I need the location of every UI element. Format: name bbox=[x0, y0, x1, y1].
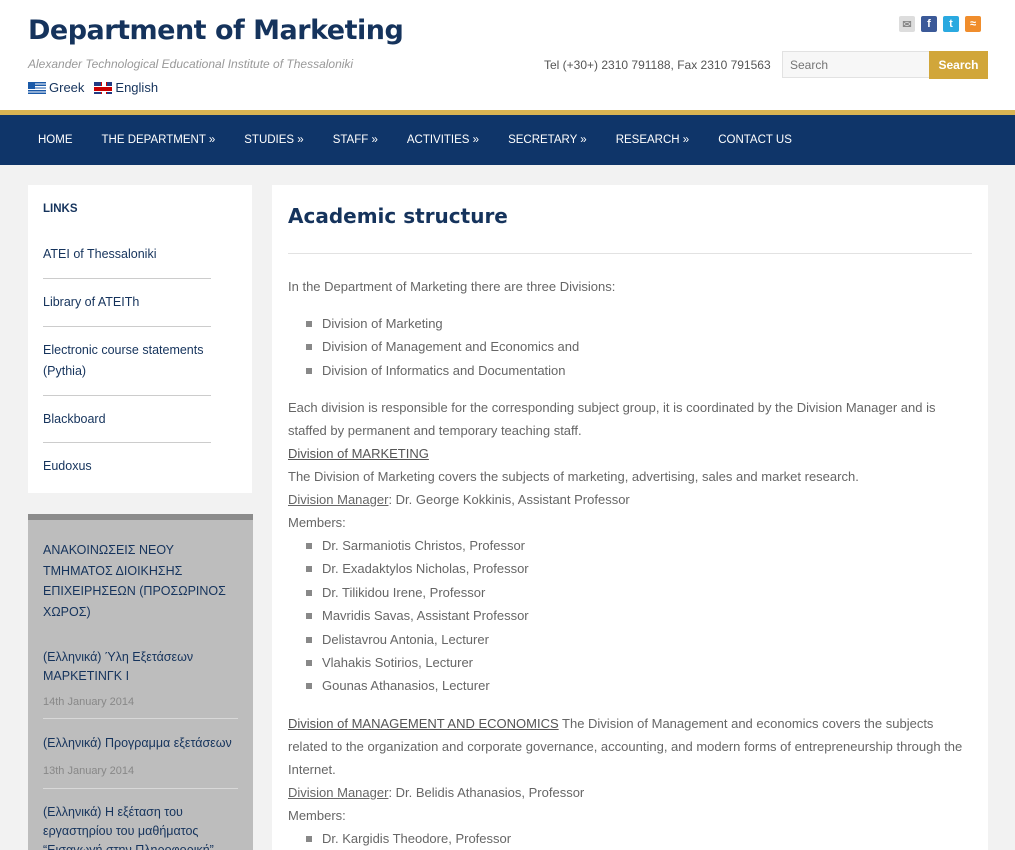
news-item[interactable]: (Ελληνικά) Ύλη Εξετάσεων ΜΑΡΚΕΤΙΝΓΚ Ι bbox=[43, 648, 238, 686]
language-greek-label: Greek bbox=[49, 80, 85, 95]
member-list-item: Dr. Exadaktylos Nicholas, Professor bbox=[306, 561, 529, 576]
link-library[interactable]: Library of ATEITh bbox=[43, 292, 211, 313]
member-list-item: Dr. Kargidis Theodore, Professor bbox=[306, 831, 511, 846]
management-manager: Division Manager: Dr. Belidis Athanasios… bbox=[288, 785, 585, 800]
links-widget: LINKS ATEI of Thessaloniki Library of AT… bbox=[28, 185, 252, 493]
nav-contact-us[interactable]: CONTACT US bbox=[718, 134, 792, 146]
marketing-manager: Division Manager: Dr. George Kokkinis, A… bbox=[288, 492, 630, 507]
nav-secretary[interactable]: SECRETARY » bbox=[508, 134, 587, 146]
members-label: Members: bbox=[288, 808, 346, 823]
division-list-item: Division of Management and Economics and bbox=[306, 339, 579, 354]
link-eudoxus[interactable]: Eudoxus bbox=[43, 456, 211, 477]
intro-text: In the Department of Marketing there are… bbox=[288, 279, 616, 294]
news-item[interactable]: (Ελληνικά) Η εξέταση του εργαστηρίου του… bbox=[43, 803, 238, 850]
nav-studies[interactable]: STUDIES » bbox=[244, 134, 303, 146]
member-list-item: Gounas Athanasios, Lecturer bbox=[306, 678, 490, 693]
greek-flag-icon bbox=[28, 81, 46, 94]
marketing-heading: Division of MARKETING bbox=[288, 446, 429, 461]
title-divider bbox=[288, 253, 972, 254]
member-list-item: Delistavrou Antonia, Lecturer bbox=[306, 632, 489, 647]
search-button[interactable]: Search bbox=[929, 51, 988, 79]
site-subtitle: Alexander Technological Educational Inst… bbox=[28, 57, 354, 71]
announcements-title[interactable]: ΑΝΑΚΟΙΝΩΣΕΙΣ ΝΕΟΥ ΤΜΗΜΑΤΟΣ ΔΙΟΙΚΗΣΗΣ ΕΠΙ… bbox=[43, 540, 238, 622]
mail-icon[interactable]: ✉ bbox=[899, 16, 915, 32]
news-item[interactable]: (Ελληνικά) Προγραμμα εξετάσεων bbox=[43, 734, 238, 753]
member-list-item: Mavridis Savas, Assistant Professor bbox=[306, 608, 529, 623]
search-input[interactable] bbox=[782, 51, 930, 78]
news-divider bbox=[43, 718, 238, 719]
language-greek[interactable]: Greek bbox=[28, 80, 84, 95]
main-content: Academic structure In the Department of … bbox=[272, 185, 988, 850]
news-divider bbox=[43, 788, 238, 789]
nav-research[interactable]: RESEARCH » bbox=[616, 134, 690, 146]
link-divider bbox=[43, 442, 211, 443]
twitter-icon[interactable]: t bbox=[943, 16, 959, 32]
language-switcher: Greek English bbox=[28, 80, 158, 95]
division-description: Each division is responsible for the cor… bbox=[288, 400, 936, 438]
site-header: Department of Marketing Alexander Techno… bbox=[0, 0, 1015, 110]
nav-staff[interactable]: STAFF » bbox=[333, 134, 378, 146]
facebook-icon[interactable]: f bbox=[921, 16, 937, 32]
news-date: 13th January 2014 bbox=[43, 765, 135, 777]
member-list-item: Vlahakis Sotirios, Lecturer bbox=[306, 655, 473, 670]
link-blackboard[interactable]: Blackboard bbox=[43, 409, 211, 430]
division-list-item: Division of Marketing bbox=[306, 316, 443, 331]
management-description: Division of MANAGEMENT AND ECONOMICS The… bbox=[288, 716, 963, 777]
nav-activities[interactable]: ACTIVITIES » bbox=[407, 134, 479, 146]
news-date: 14th January 2014 bbox=[43, 696, 135, 708]
main-nav: HOME THE DEPARTMENT » STUDIES » STAFF » … bbox=[0, 115, 1015, 165]
link-divider bbox=[43, 395, 211, 396]
page-title: Academic structure bbox=[288, 204, 508, 228]
nav-the-department[interactable]: THE DEPARTMENT » bbox=[102, 134, 216, 146]
member-list-item: Dr. Sarmaniotis Christos, Professor bbox=[306, 538, 525, 553]
division-list-item: Division of Informatics and Documentatio… bbox=[306, 363, 566, 378]
language-english-label: English bbox=[115, 80, 159, 95]
uk-flag-icon bbox=[94, 81, 113, 94]
link-divider bbox=[43, 326, 211, 327]
links-title: LINKS bbox=[43, 203, 78, 215]
member-list-item: Dr. Tilikidou Irene, Professor bbox=[306, 585, 485, 600]
rss-icon[interactable]: ≈ bbox=[965, 16, 981, 32]
link-atei[interactable]: ATEI of Thessaloniki bbox=[43, 244, 211, 265]
contact-phone: Tel (+30+) 2310 791188, Fax 2310 791563 bbox=[544, 58, 771, 72]
members-label: Members: bbox=[288, 515, 346, 530]
link-pythia[interactable]: Electronic course statements (Pythia) bbox=[43, 340, 211, 382]
site-title[interactable]: Department of Marketing bbox=[28, 15, 404, 46]
language-english[interactable]: English bbox=[94, 80, 158, 95]
social-links: ✉ f t ≈ bbox=[899, 16, 981, 32]
marketing-description: The Division of Marketing covers the sub… bbox=[288, 469, 859, 484]
nav-home[interactable]: HOME bbox=[38, 134, 73, 146]
link-divider bbox=[43, 278, 211, 279]
announcements-widget: ΑΝΑΚΟΙΝΩΣΕΙΣ ΝΕΟΥ ΤΜΗΜΑΤΟΣ ΔΙΟΙΚΗΣΗΣ ΕΠΙ… bbox=[28, 514, 253, 850]
